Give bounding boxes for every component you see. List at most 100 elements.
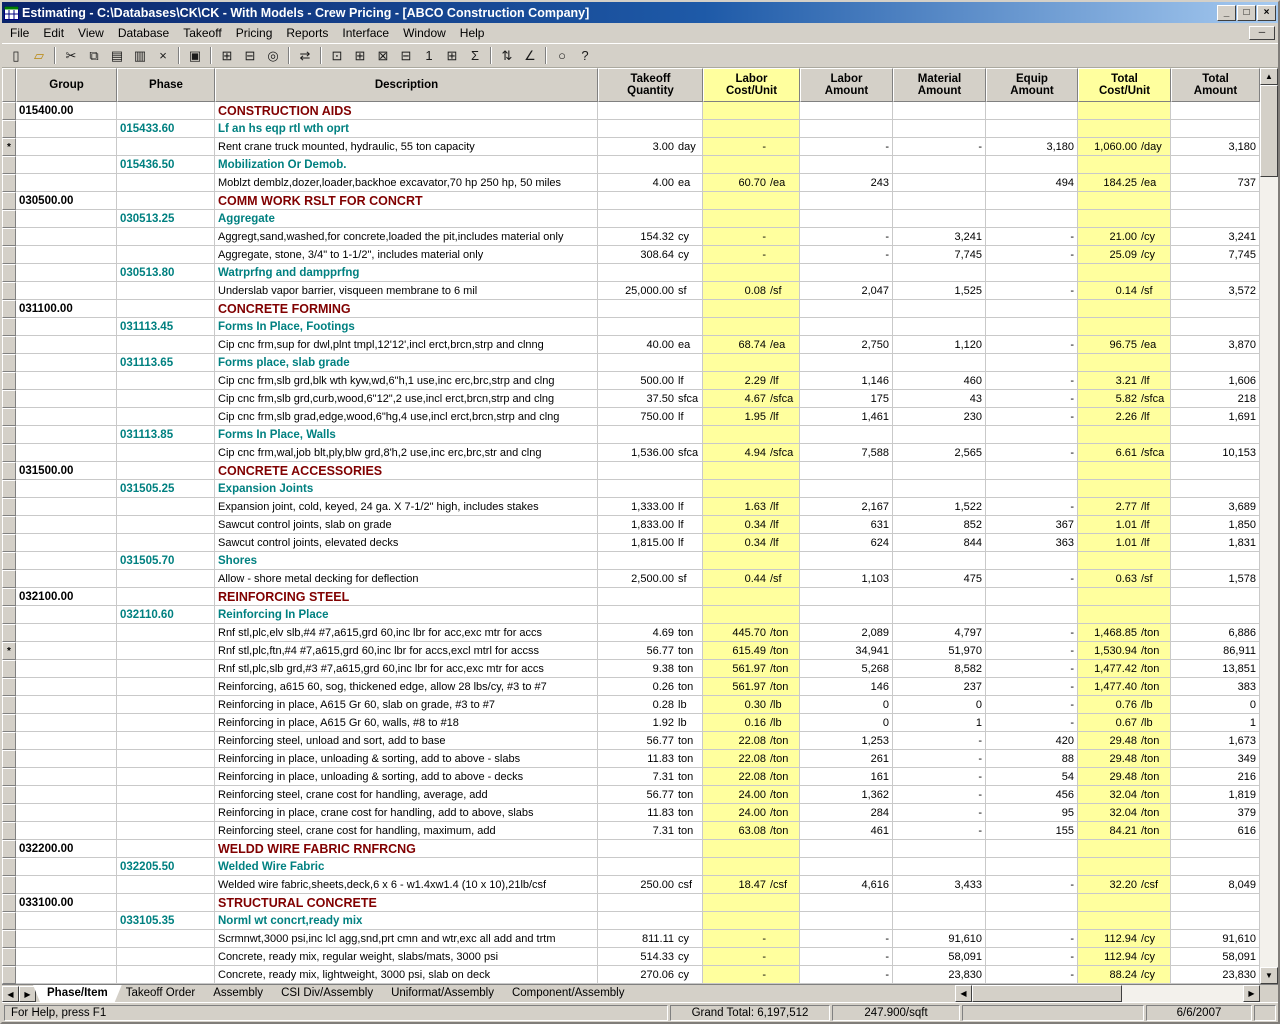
cell-material-amount[interactable]	[893, 606, 986, 624]
cell-takeoff-quantity[interactable]: 811.11 cy	[598, 930, 703, 948]
cell-material-amount[interactable]: -	[893, 138, 986, 156]
cell-total-amount[interactable]	[1171, 264, 1260, 282]
cell-takeoff-quantity[interactable]: 56.77 ton	[598, 732, 703, 750]
cell-group[interactable]: 032200.00	[16, 840, 117, 858]
zoom-icon[interactable]: ○	[551, 45, 573, 66]
row-header[interactable]	[2, 606, 16, 624]
cell-group[interactable]	[16, 138, 117, 156]
cell-phase[interactable]	[117, 282, 215, 300]
cell-material-amount[interactable]: 3,433	[893, 876, 986, 894]
cell-equip-amount[interactable]: 155	[986, 822, 1078, 840]
cell-labor-cost-unit[interactable]	[703, 318, 800, 336]
cell-labor-amount[interactable]: 5,268	[800, 660, 893, 678]
row-header[interactable]	[2, 786, 16, 804]
cell-labor-amount[interactable]: 284	[800, 804, 893, 822]
cell-equip-amount[interactable]: -	[986, 948, 1078, 966]
cell-equip-amount[interactable]	[986, 858, 1078, 876]
cell-total-cost-unit[interactable]: 184.25/ea	[1078, 174, 1171, 192]
cell-group[interactable]	[16, 336, 117, 354]
cell-description[interactable]: CONCRETE FORMING	[215, 300, 598, 318]
cell-labor-amount[interactable]: 261	[800, 750, 893, 768]
cell-material-amount[interactable]: 1,522	[893, 498, 986, 516]
cell-total-cost-unit[interactable]	[1078, 102, 1171, 120]
cell-group[interactable]	[16, 408, 117, 426]
cell-total-amount[interactable]: 3,180	[1171, 138, 1260, 156]
cell-total-cost-unit[interactable]	[1078, 192, 1171, 210]
cell-total-amount[interactable]	[1171, 426, 1260, 444]
delete-icon[interactable]: ×	[152, 45, 174, 66]
cell-material-amount[interactable]	[893, 318, 986, 336]
find-icon[interactable]: ◎	[262, 45, 284, 66]
cell-labor-amount[interactable]	[800, 606, 893, 624]
cell-equip-amount[interactable]: -	[986, 444, 1078, 462]
row-header[interactable]	[2, 948, 16, 966]
cell-group[interactable]	[16, 678, 117, 696]
cell-takeoff-quantity[interactable]	[598, 552, 703, 570]
cell-phase[interactable]: 033105.35	[117, 912, 215, 930]
cell-labor-cost-unit[interactable]	[703, 462, 800, 480]
row-header[interactable]	[2, 516, 16, 534]
cell-description[interactable]: Forms place, slab grade	[215, 354, 598, 372]
cell-takeoff-quantity[interactable]: 9.38 ton	[598, 660, 703, 678]
cell-equip-amount[interactable]	[986, 318, 1078, 336]
cell-material-amount[interactable]	[893, 588, 986, 606]
cell-equip-amount[interactable]: -	[986, 876, 1078, 894]
cell-material-amount[interactable]	[893, 300, 986, 318]
cell-total-cost-unit[interactable]	[1078, 894, 1171, 912]
cell-material-amount[interactable]: -	[893, 804, 986, 822]
cell-phase[interactable]	[117, 768, 215, 786]
scroll-right-icon[interactable]: ▶	[1243, 985, 1260, 1002]
assembly-takeoff-icon[interactable]: ⊟	[395, 45, 417, 66]
cell-group[interactable]	[16, 120, 117, 138]
cell-phase[interactable]	[117, 624, 215, 642]
cell-total-cost-unit[interactable]: 1,468.85/ton	[1078, 624, 1171, 642]
cell-labor-amount[interactable]: -	[800, 966, 893, 984]
cell-total-amount[interactable]: 3,870	[1171, 336, 1260, 354]
cell-equip-amount[interactable]	[986, 480, 1078, 498]
cell-equip-amount[interactable]: -	[986, 408, 1078, 426]
cell-group[interactable]	[16, 876, 117, 894]
row-header[interactable]	[2, 174, 16, 192]
cell-equip-amount[interactable]	[986, 552, 1078, 570]
vertical-scroll-thumb[interactable]	[1260, 85, 1278, 177]
cell-equip-amount[interactable]: 95	[986, 804, 1078, 822]
cell-labor-cost-unit[interactable]	[703, 912, 800, 930]
cell-total-amount[interactable]	[1171, 588, 1260, 606]
cell-equip-amount[interactable]: -	[986, 336, 1078, 354]
cell-phase[interactable]	[117, 588, 215, 606]
cell-phase[interactable]	[117, 444, 215, 462]
cell-labor-cost-unit[interactable]	[703, 588, 800, 606]
cell-labor-amount[interactable]: 1,146	[800, 372, 893, 390]
cell-total-cost-unit[interactable]	[1078, 210, 1171, 228]
cell-phase[interactable]	[117, 246, 215, 264]
cell-takeoff-quantity[interactable]: 7.31 ton	[598, 768, 703, 786]
cell-phase[interactable]	[117, 192, 215, 210]
cell-takeoff-quantity[interactable]: 0.26 ton	[598, 678, 703, 696]
cell-total-cost-unit[interactable]: 1,477.40/ton	[1078, 678, 1171, 696]
cell-phase[interactable]	[117, 534, 215, 552]
row-header[interactable]	[2, 858, 16, 876]
cell-labor-cost-unit[interactable]: 445.70/ton	[703, 624, 800, 642]
cell-material-amount[interactable]	[893, 264, 986, 282]
cell-labor-amount[interactable]	[800, 588, 893, 606]
goto-icon[interactable]: ⇄	[294, 45, 316, 66]
cell-total-cost-unit[interactable]	[1078, 912, 1171, 930]
row-header[interactable]	[2, 354, 16, 372]
cell-takeoff-quantity[interactable]: 3.00 day	[598, 138, 703, 156]
cell-material-amount[interactable]	[893, 552, 986, 570]
cell-labor-cost-unit[interactable]: -	[703, 930, 800, 948]
column-header-tcu[interactable]: Total Cost/Unit	[1078, 68, 1171, 102]
cell-group[interactable]	[16, 480, 117, 498]
cell-takeoff-quantity[interactable]: 56.77 ton	[598, 786, 703, 804]
cell-labor-cost-unit[interactable]: 24.00/ton	[703, 786, 800, 804]
cell-labor-cost-unit[interactable]	[703, 102, 800, 120]
cell-takeoff-quantity[interactable]	[598, 588, 703, 606]
cell-equip-amount[interactable]	[986, 912, 1078, 930]
cell-labor-amount[interactable]	[800, 912, 893, 930]
row-header[interactable]	[2, 696, 16, 714]
cell-phase[interactable]	[117, 948, 215, 966]
cell-group[interactable]	[16, 516, 117, 534]
cell-material-amount[interactable]	[893, 192, 986, 210]
cell-takeoff-quantity[interactable]: 1,536.00 sfca	[598, 444, 703, 462]
cell-takeoff-quantity[interactable]	[598, 318, 703, 336]
